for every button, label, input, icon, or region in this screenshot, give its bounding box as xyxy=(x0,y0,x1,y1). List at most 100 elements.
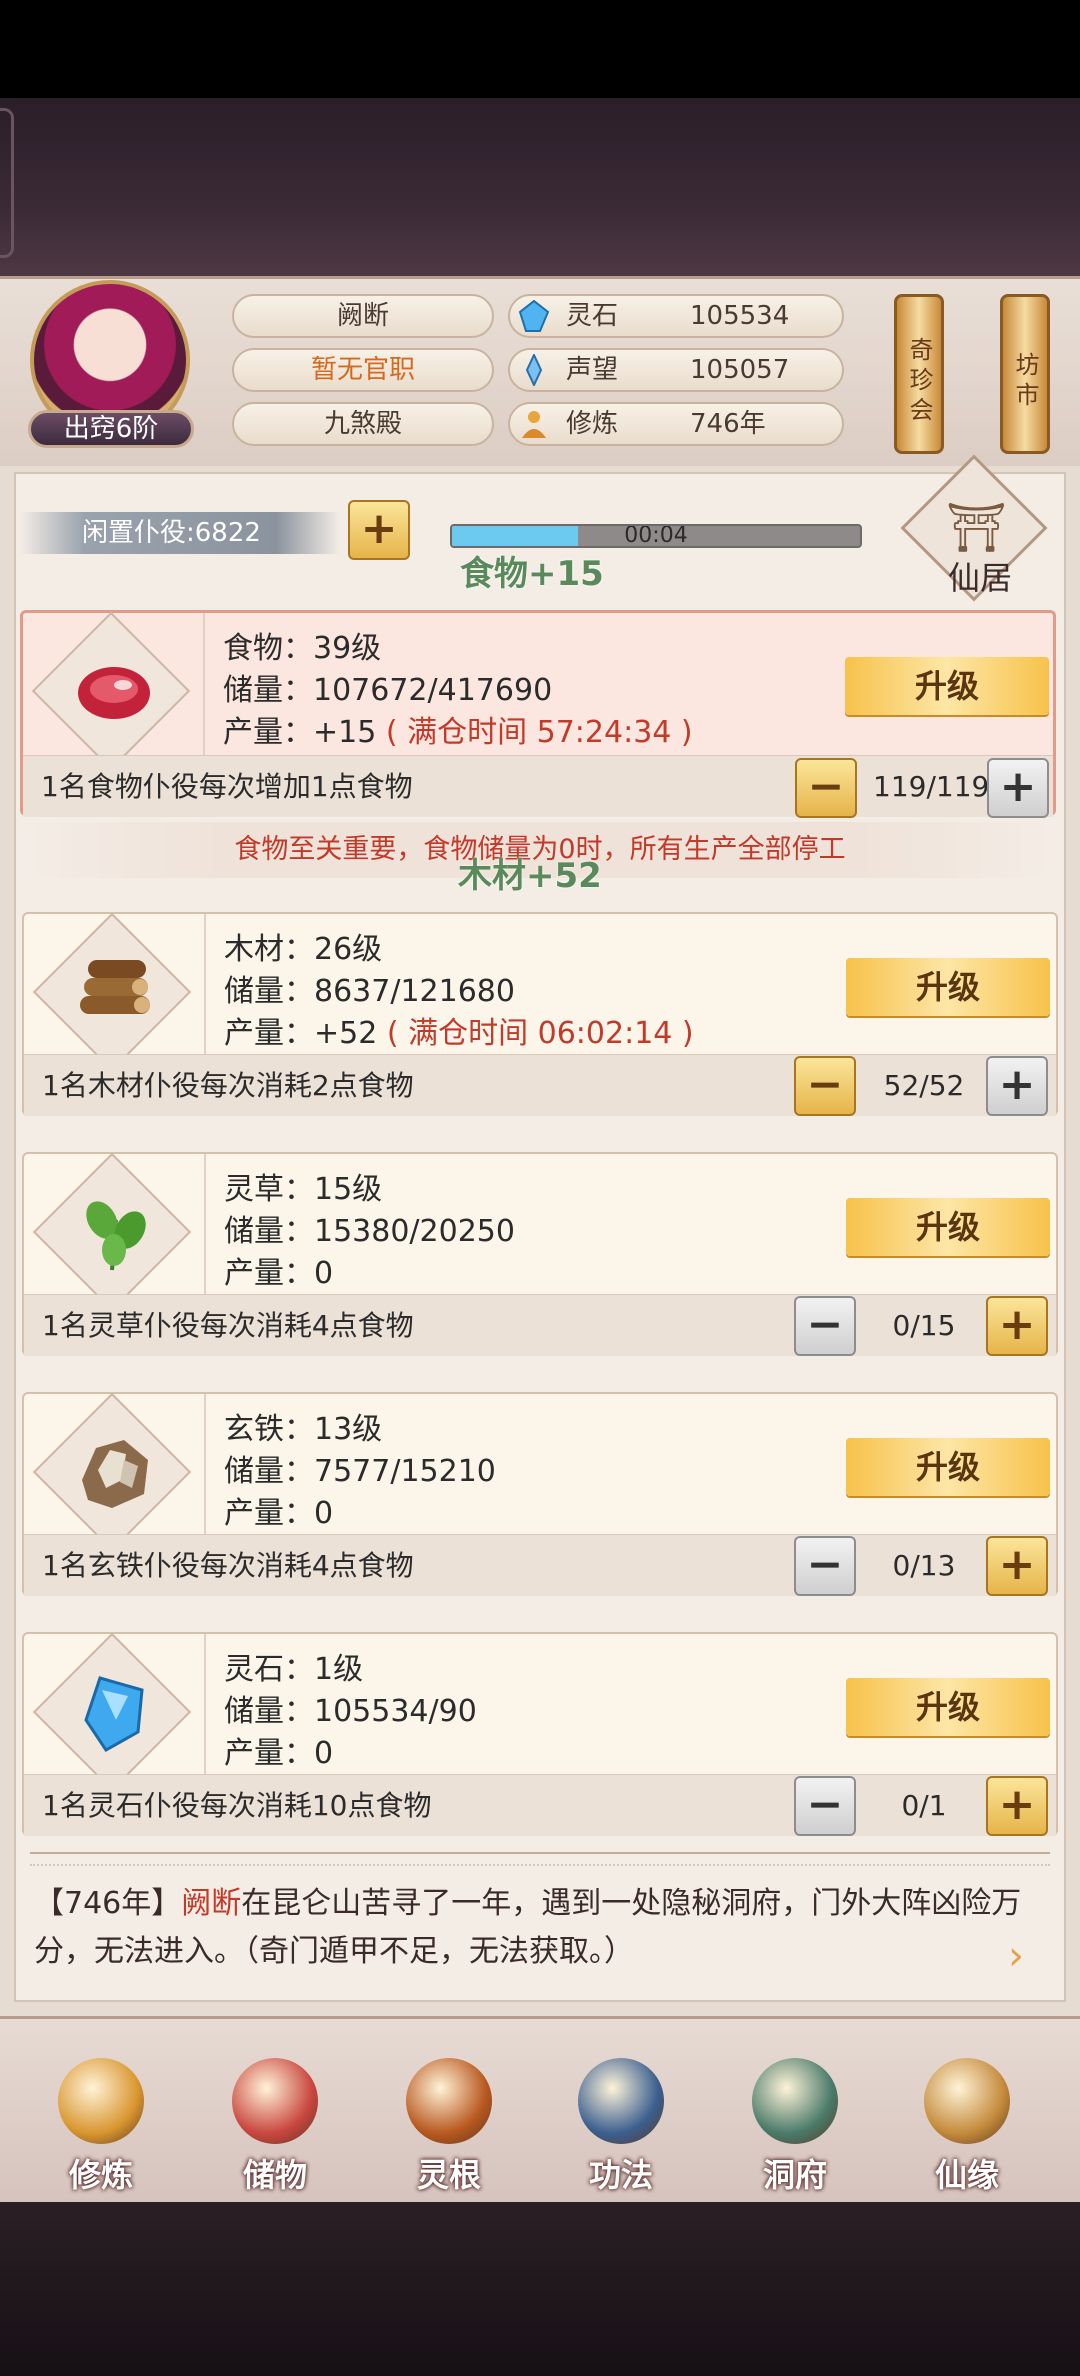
resource-value: 746年 xyxy=(690,409,766,439)
herb-icon xyxy=(72,1190,158,1276)
cultivation-icon xyxy=(518,408,550,440)
iron-ore-icon xyxy=(72,1430,158,1516)
resource-storage: 储量：107672/417690 xyxy=(223,673,553,708)
cultivate-icon xyxy=(58,2058,144,2144)
servant-desc: 1名木材仆役每次消耗2点食物 xyxy=(42,1069,414,1102)
servant-count: 52/52 xyxy=(883,1069,965,1102)
wood-icon xyxy=(72,950,158,1036)
resource-level: 灵草：15级 xyxy=(224,1172,383,1207)
resource-level: 玄铁：13级 xyxy=(224,1412,383,1447)
rank-badge: 出窍6阶 xyxy=(28,410,194,448)
resource-spirit-stone: 灵石 105534 xyxy=(508,294,844,338)
upgrade-button[interactable]: 升级 xyxy=(846,1438,1050,1496)
wood-gain-popup: 木材+52 xyxy=(458,856,602,896)
resource-storage: 储量：15380/20250 xyxy=(224,1214,515,1249)
next-log-icon[interactable]: › xyxy=(1008,1936,1048,1976)
resource-value: 105057 xyxy=(690,355,790,385)
upgrade-button[interactable]: 升级 xyxy=(846,958,1050,1016)
stats: 木材：26级 储量：8637/121680 产量：+52 ( 满仓时间 06:0… xyxy=(204,914,824,1054)
player-office: 暂无官职 xyxy=(232,348,494,392)
meat-icon xyxy=(71,649,157,735)
servant-count: 0/13 xyxy=(892,1549,956,1582)
servant-count: 0/1 xyxy=(901,1789,947,1822)
resource-label: 灵石 xyxy=(566,301,619,331)
resource-storage: 储量：7577/15210 xyxy=(224,1454,496,1489)
resource-output: 产量：+52 ( 满仓时间 06:02:14 ) xyxy=(224,1008,694,1052)
resource-label: 修炼 xyxy=(566,409,619,439)
nav-label: 储物 xyxy=(242,2156,307,2194)
add-servant-button[interactable]: + xyxy=(986,1776,1048,1836)
resource-card-herb: 灵草：15级 储量：15380/20250 产量：0 升级 1名灵草仆役每次消耗… xyxy=(22,1152,1058,1356)
nav-cave-mansion[interactable]: 洞府 xyxy=(720,2030,870,2210)
nav-cultivate[interactable]: 修炼 xyxy=(26,2030,176,2210)
cave-mansion-icon xyxy=(752,2058,838,2144)
remove-servant-button[interactable]: − xyxy=(794,1296,856,1356)
remove-servant-button[interactable]: − xyxy=(795,758,857,818)
nav-label: 功法 xyxy=(588,2156,653,2194)
add-servant-button[interactable]: + xyxy=(986,1296,1048,1356)
servant-count: 0/15 xyxy=(892,1309,956,1342)
resource-card-spirit-stone: 灵石：1级 储量：105534/90 产量：0 升级 1名灵石仆役每次消耗10点… xyxy=(22,1632,1058,1836)
resource-card-wood: 木材：26级 储量：8637/121680 产量：+52 ( 满仓时间 06:0… xyxy=(22,912,1058,1116)
stats: 灵石：1级 储量：105534/90 产量：0 xyxy=(204,1634,824,1774)
nav-book[interactable]: 功法 xyxy=(546,2030,696,2210)
idle-servants-label: 闲置仆役:6822 xyxy=(20,512,340,554)
upgrade-button[interactable]: 升级 xyxy=(846,1198,1050,1256)
servant-row: 1名食物仆役每次增加1点食物 − 119/119 + xyxy=(23,755,1053,818)
log-player-name: 阙断 xyxy=(181,1886,242,1921)
resource-output: 产量：0 xyxy=(224,1256,334,1291)
servant-desc: 1名食物仆役每次增加1点食物 xyxy=(41,770,413,803)
output-value: 产量：+52 xyxy=(224,1016,378,1051)
bag-icon xyxy=(232,2058,318,2144)
nav-spirit-root[interactable]: 灵根 xyxy=(374,2030,524,2210)
resource-level: 食物：39级 xyxy=(223,631,382,666)
scene-backdrop xyxy=(0,98,1080,276)
residence-label[interactable]: 仙居 xyxy=(910,556,1050,600)
book-icon xyxy=(578,2058,664,2144)
full-time: ( 满仓时间 57:24:34 ) xyxy=(385,715,693,750)
remove-servant-button[interactable]: − xyxy=(794,1056,856,1116)
resource-storage: 储量：105534/90 xyxy=(224,1694,477,1729)
servant-row: 1名木材仆役每次消耗2点食物 − 52/52 + xyxy=(24,1054,1056,1116)
event-log: 【746年】阙断在昆仑山苦寻了一年，遇到一处隐秘洞府，门外大阵凶险万分，无法进入… xyxy=(34,1880,1034,1976)
add-servant-button[interactable]: + xyxy=(348,500,410,560)
spirit-stone-icon xyxy=(518,299,550,332)
add-servant-button[interactable]: + xyxy=(986,1536,1048,1596)
resource-output: 产量：0 xyxy=(224,1496,334,1531)
servant-count: 119/119 xyxy=(873,770,990,803)
divider xyxy=(30,1852,1050,1866)
player-hall: 九煞殿 xyxy=(232,402,494,446)
side-edge xyxy=(0,108,14,258)
add-servant-button[interactable]: + xyxy=(986,1056,1048,1116)
stats: 食物：39级 储量：107672/417690 产量：+15 ( 满仓时间 57… xyxy=(203,613,823,755)
treasure-fair-button[interactable]: 奇珍会 xyxy=(894,294,944,454)
remove-servant-button[interactable]: − xyxy=(794,1776,856,1836)
stats: 玄铁：13级 储量：7577/15210 产量：0 xyxy=(204,1394,824,1534)
nav-bag[interactable]: 储物 xyxy=(200,2030,350,2210)
production-timer: 00:04 xyxy=(450,524,862,548)
resource-cultivation: 修炼 746年 xyxy=(508,402,844,446)
resource-card-iron: 玄铁：13级 储量：7577/15210 产量：0 升级 1名玄铁仆役每次消耗4… xyxy=(22,1392,1058,1596)
market-button[interactable]: 坊市 xyxy=(1000,294,1050,454)
resource-label: 声望 xyxy=(566,355,619,385)
upgrade-button[interactable]: 升级 xyxy=(845,657,1049,715)
resource-output: 产量：+15 ( 满仓时间 57:24:34 ) xyxy=(223,707,693,751)
servant-desc: 1名玄铁仆役每次消耗4点食物 xyxy=(42,1549,414,1582)
upgrade-button[interactable]: 升级 xyxy=(846,1678,1050,1736)
servant-row: 1名玄铁仆役每次消耗4点食物 − 0/13 + xyxy=(24,1534,1056,1596)
nav-gourd[interactable]: 仙缘 xyxy=(892,2030,1042,2210)
servant-desc: 1名灵草仆役每次消耗4点食物 xyxy=(42,1309,414,1342)
resource-storage: 储量：8637/121680 xyxy=(224,974,515,1009)
player-name: 阙断 xyxy=(232,294,494,338)
servant-desc: 1名灵石仆役每次消耗10点食物 xyxy=(42,1789,432,1822)
remove-servant-button[interactable]: − xyxy=(794,1536,856,1596)
log-year: 【746年】 xyxy=(34,1886,182,1921)
timer-text: 00:04 xyxy=(624,524,688,548)
add-servant-button[interactable]: + xyxy=(987,758,1049,818)
full-time: ( 满仓时间 06:02:14 ) xyxy=(386,1016,694,1051)
servant-row: 1名灵石仆役每次消耗10点食物 − 0/1 + xyxy=(24,1774,1056,1836)
resource-output: 产量：0 xyxy=(224,1736,334,1771)
resource-value: 105534 xyxy=(690,301,790,331)
spirit-crystal-icon xyxy=(72,1670,158,1756)
nav-label: 修炼 xyxy=(68,2156,133,2194)
